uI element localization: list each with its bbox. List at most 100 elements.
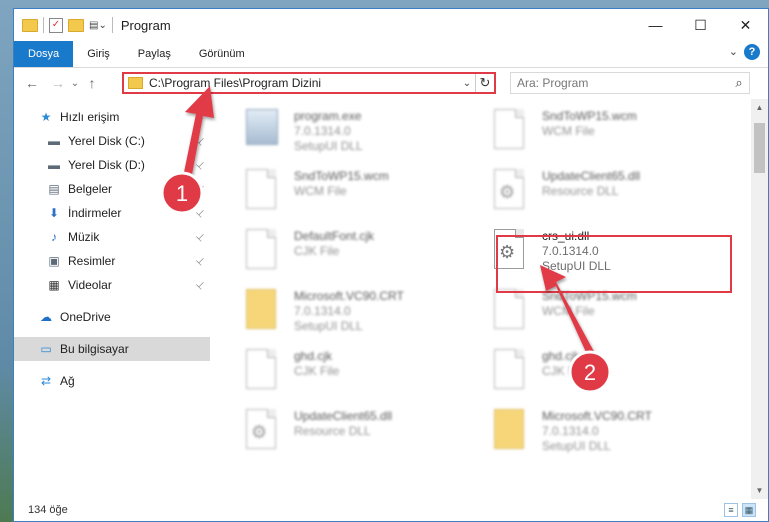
tab-file[interactable]: Dosya (14, 41, 74, 67)
file-name: Microsoft.VC90.CRT (294, 289, 404, 303)
new-folder-icon[interactable] (68, 18, 84, 32)
close-button[interactable]: ✕ (723, 9, 768, 41)
sidebar-item[interactable]: ▭ Bu bilgisayar (14, 337, 210, 361)
sidebar-item-label: Müzik (68, 230, 100, 244)
video-icon: ▦ (48, 278, 60, 292)
music-icon: ♪ (51, 230, 57, 244)
file-name: SndToWP15.wcm (542, 109, 637, 123)
up-button[interactable]: ↑ (82, 75, 102, 91)
file-item[interactable]: ⚙ UpdateClient65.dll Resource DLL (486, 163, 722, 221)
pin-icon[interactable]: ⊥ (194, 182, 208, 196)
tab-home[interactable]: Giriş (73, 41, 124, 67)
title-bar: ✓ ▤⌄ Program — ☐ ✕ (14, 9, 768, 41)
file-detail: Resource DLL (294, 424, 371, 438)
file-text: SndToWP15.wcm WCM File (294, 169, 389, 199)
vertical-scrollbar[interactable]: ▲ ▼ (751, 99, 768, 499)
file-name: ghd.cjk (294, 349, 333, 363)
network-icon: ⇄ (40, 374, 52, 388)
details-view-icon[interactable]: ≡ (724, 503, 738, 517)
scrollbar-thumb[interactable] (754, 123, 765, 173)
file-detail: CJK File (542, 364, 588, 378)
properties-icon[interactable]: ✓ (49, 17, 63, 33)
scroll-up-icon[interactable]: ▲ (751, 99, 768, 116)
search-icon[interactable]: ⌕ (729, 75, 749, 91)
pin-icon[interactable]: ⊥ (194, 206, 208, 220)
file-name: ghd.cjk (542, 349, 581, 363)
sidebar-item[interactable]: ☁ OneDrive (14, 305, 210, 329)
file-detail: CJK File (294, 244, 340, 258)
expand-ribbon-icon[interactable]: ⌄ (729, 45, 738, 58)
file-detail: 7.0.1314.0 (294, 124, 351, 138)
scroll-down-icon[interactable]: ▼ (751, 482, 768, 499)
search-input[interactable]: Ara: Program (511, 76, 729, 90)
file-text: ghd.cjk CJK File (294, 349, 339, 379)
pin-icon[interactable]: ⊥ (194, 254, 208, 268)
file-item[interactable]: Microsoft.VC90.CRT 7.0.1314.0 SetupUI DLL (486, 403, 722, 461)
sidebar-item-label: Videolar (68, 278, 112, 292)
cloud-icon: ☁ (40, 310, 52, 324)
quick-access-toolbar: ✓ ▤⌄ (14, 17, 113, 33)
file-name: SndToWP15.wcm (294, 169, 389, 183)
sidebar-item[interactable]: ♪ Müzik ⊥ (14, 225, 210, 249)
file-icon (246, 229, 280, 271)
folder-icon (128, 77, 143, 89)
large-icons-view-icon[interactable]: ▦ (742, 503, 756, 517)
file-item[interactable]: ghd.cjk CJK File (238, 343, 474, 401)
sidebar-item[interactable]: ▣ Resimler ⊥ (14, 249, 210, 273)
computer-icon: ▭ (40, 342, 52, 356)
dll-file-icon: ⚙ (494, 169, 528, 211)
dll-file-icon: ⚙ (246, 409, 280, 451)
file-name: UpdateClient65.dll (542, 169, 641, 183)
file-text: SndToWP15.wcm WCM File (542, 109, 637, 139)
file-item[interactable]: ⚙ UpdateClient65.dll Resource DLL (238, 403, 474, 461)
address-path[interactable]: C:\Program Files\Program Dizini (149, 76, 459, 90)
sidebar-item[interactable]: ▦ Videolar ⊥ (14, 273, 210, 297)
pin-icon[interactable]: ⊥ (194, 230, 208, 244)
file-item[interactable]: Microsoft.VC90.CRT 7.0.1314.0 SetupUI DLL (238, 283, 474, 341)
file-item[interactable]: program.exe 7.0.1314.0 SetupUI DLL (238, 103, 474, 161)
navigation-pane: ★ Hızlı erişim ▬ Yerel Disk (C:) ⊥ ▬ Yerel Dis… (14, 105, 210, 465)
drive-icon: ▬ (48, 134, 60, 148)
file-name: program.exe (294, 109, 362, 123)
file-text: DefaultFont.cjk CJK File (294, 229, 374, 259)
search-box[interactable]: Ara: Program ⌕ (510, 72, 750, 94)
file-item[interactable]: DefaultFont.cjk CJK File (238, 223, 474, 281)
minimize-button[interactable]: — (633, 9, 678, 41)
sidebar-item[interactable]: ⇄ Ağ (14, 369, 210, 393)
tab-view[interactable]: Görünüm (185, 41, 259, 67)
file-text: Microsoft.VC90.CRT 7.0.1314.0 SetupUI DLL (542, 409, 652, 454)
sidebar-item[interactable]: ⬇ İndirmeler ⊥ (14, 201, 210, 225)
sidebar-item-label: OneDrive (60, 310, 111, 324)
zip-folder-icon (246, 289, 280, 331)
refresh-icon[interactable]: ↻ (475, 74, 494, 92)
item-count: 134 öğe (28, 504, 68, 516)
sidebar-item-label: Bu bilgisayar (60, 342, 129, 356)
maximize-button[interactable]: ☐ (678, 9, 723, 41)
pin-icon[interactable]: ⊥ (194, 134, 208, 148)
file-item[interactable]: ghd.cjk CJK File (486, 343, 722, 401)
tab-share[interactable]: Paylaş (124, 41, 185, 67)
pin-icon[interactable]: ⊥ (194, 158, 208, 172)
file-detail: Resource DLL (542, 184, 619, 198)
pin-icon[interactable]: ⊥ (194, 278, 208, 292)
recent-locations-button[interactable]: ⌄ (68, 78, 82, 89)
forward-button[interactable]: → (48, 75, 68, 91)
sidebar-item[interactable]: ▬ Yerel Disk (C:) ⊥ (14, 129, 210, 153)
help-icon[interactable]: ? (744, 44, 760, 60)
file-icon (494, 349, 528, 391)
sidebar-item[interactable]: ▤ Belgeler ⊥ (14, 177, 210, 201)
file-description: SetupUI DLL (294, 319, 363, 333)
file-item[interactable]: SndToWP15.wcm WCM File (238, 163, 474, 221)
back-button[interactable]: ← (22, 75, 42, 91)
exe-icon (246, 109, 280, 151)
address-dropdown-icon[interactable]: ⌄ (459, 78, 475, 89)
customize-toolbar-icon[interactable]: ▤⌄ (89, 20, 107, 31)
sidebar-item[interactable]: ★ Hızlı erişim (14, 105, 210, 129)
file-item[interactable]: SndToWP15.wcm WCM File (486, 103, 722, 161)
file-text: program.exe 7.0.1314.0 SetupUI DLL (294, 109, 363, 154)
sidebar-item[interactable]: ▬ Yerel Disk (D:) ⊥ (14, 153, 210, 177)
address-bar[interactable]: C:\Program Files\Program Dizini ⌄ ↻ (122, 72, 496, 94)
pictures-icon: ▣ (48, 254, 60, 268)
file-icon (246, 349, 280, 391)
file-name: DefaultFont.cjk (294, 229, 375, 243)
